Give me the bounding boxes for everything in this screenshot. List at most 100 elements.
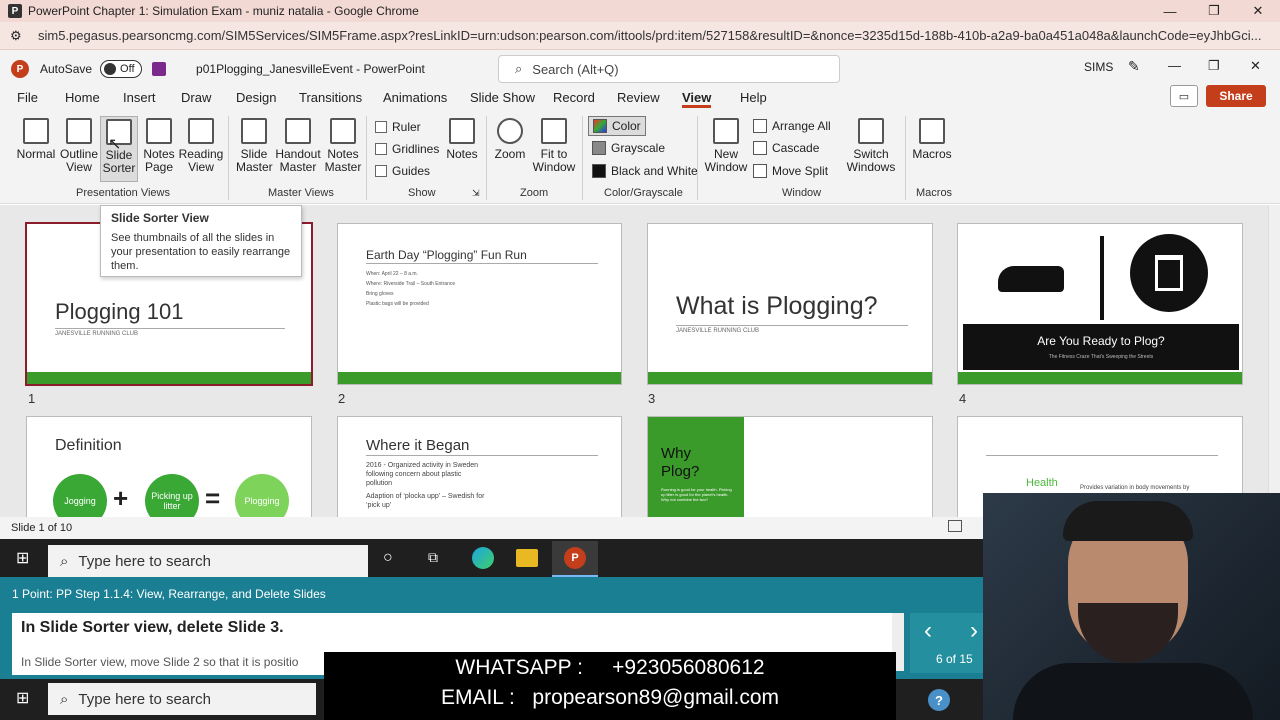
vertical-scrollbar[interactable] [1268, 205, 1280, 517]
tab-home[interactable]: Home [65, 90, 100, 105]
zoom-label: Zoom [494, 147, 526, 161]
help-icon[interactable]: ? [928, 689, 950, 711]
windows-start-icon[interactable]: ⊞ [16, 548, 29, 568]
grayscale-button[interactable]: Grayscale [592, 141, 665, 155]
taskbar-search[interactable]: ⌕ Type here to search [48, 545, 368, 577]
notes-page-button[interactable]: Notes Page [141, 118, 177, 174]
slide-line: Bring gloves [366, 291, 394, 297]
separator [486, 116, 487, 200]
mouse-cursor-icon: ↖ [108, 136, 122, 153]
cascade-label: Cascade [772, 141, 820, 155]
ppt-restore-button[interactable]: ❐ [1208, 58, 1220, 74]
notes-view-icon[interactable] [948, 520, 962, 532]
autosave-toggle[interactable]: Off [100, 60, 143, 78]
notes-page-icon [146, 118, 172, 144]
slide-thumbnail-2[interactable]: Earth Day “Plogging” Fun Run When: April… [337, 223, 622, 385]
task-view-icon[interactable]: ⧉ [428, 549, 438, 566]
slide-footer-bar [648, 372, 932, 384]
slide-thumbnail-7[interactable]: Why Plog? Running is good for your healt… [647, 416, 933, 517]
color-button[interactable]: Color [588, 116, 646, 136]
checkbox-icon [375, 121, 387, 133]
close-button[interactable]: ✕ [1238, 0, 1278, 22]
handout-master-button[interactable]: Handout Master [275, 118, 321, 174]
tab-slide-show[interactable]: Slide Show [470, 90, 535, 105]
tab-review[interactable]: Review [617, 90, 660, 105]
circle-plogging: Plogging [235, 474, 289, 517]
cortana-icon[interactable]: ○ [383, 549, 393, 567]
search-placeholder: Search (Alt+Q) [532, 61, 619, 77]
address-bar[interactable]: ⚙ sim5.pegasus.pearsoncmg.com/SIM5Servic… [0, 22, 1280, 50]
file-explorer-icon[interactable] [516, 549, 538, 567]
windows-start-icon[interactable]: ⊞ [16, 688, 29, 708]
notes-button[interactable]: Notes [444, 118, 480, 161]
black-white-button[interactable]: Black and White [592, 164, 698, 178]
share-button[interactable]: Share [1206, 85, 1266, 107]
tab-animations[interactable]: Animations [383, 90, 447, 105]
browser-titlebar: P PowerPoint Chapter 1: Simulation Exam … [0, 0, 1280, 22]
comments-icon[interactable]: ▭ [1170, 85, 1198, 107]
save-icon[interactable] [152, 62, 167, 76]
tab-draw[interactable]: Draw [181, 90, 211, 105]
fit-to-window-button[interactable]: Fit to Window [532, 118, 576, 174]
switch-windows-button[interactable]: Switch Windows [842, 118, 900, 174]
share-label: Share [1219, 89, 1253, 103]
taskbar-search-2[interactable]: ⌕ Type here to search [48, 683, 316, 715]
slide-master-button[interactable]: Slide Master [236, 118, 273, 174]
outline-view-button[interactable]: Outline View [59, 118, 99, 174]
tab-design[interactable]: Design [236, 90, 276, 105]
tab-record[interactable]: Record [553, 90, 595, 105]
edge-icon[interactable] [472, 547, 494, 569]
divider [1100, 236, 1104, 320]
separator [582, 116, 583, 200]
arrange-all-button[interactable]: Arrange All [753, 119, 831, 133]
slide-thumbnail-5[interactable]: Definition Jogging + Picking up litter =… [26, 416, 312, 517]
move-split-button[interactable]: Move Split [753, 164, 828, 178]
slide-thumbnail-3[interactable]: What is Plogging? JANESVILLE RUNNING CLU… [647, 223, 933, 385]
tab-help[interactable]: Help [740, 90, 767, 105]
previous-icon[interactable]: ‹ [924, 617, 932, 645]
notes-master-button[interactable]: Notes Master [324, 118, 362, 174]
gridlines-label: Gridlines [392, 142, 440, 156]
new-window-button[interactable]: New Window [704, 118, 748, 174]
reading-view-button[interactable]: Reading View [178, 118, 224, 174]
tooltip-title: Slide Sorter View [111, 211, 209, 225]
search-box[interactable]: ⌕ Search (Alt+Q) [498, 55, 840, 83]
ruler-label: Ruler [392, 120, 421, 134]
tab-view[interactable]: View [682, 90, 712, 108]
slide-body: Provides variation in body movements by [1080, 485, 1190, 491]
slide-footer-bar [958, 372, 1242, 384]
notes-page-label: Notes Page [143, 147, 175, 174]
tab-transitions[interactable]: Transitions [299, 90, 362, 105]
taskbar-search-placeholder: Type here to search [78, 690, 211, 708]
slide-subtitle: JANESVILLE RUNNING CLUB [55, 331, 139, 337]
minimize-button[interactable]: — [1150, 0, 1190, 22]
slide-line: When: April 22 – 8 a.m. [366, 271, 418, 277]
site-settings-icon[interactable]: ⚙ [10, 28, 30, 44]
outline-view-icon [66, 118, 92, 144]
color-icon [593, 119, 607, 133]
pen-icon[interactable]: ✎ [1128, 58, 1140, 75]
dialog-launcher-icon[interactable]: ⇲ [472, 188, 480, 199]
powerpoint-taskbar-button[interactable]: P [552, 541, 598, 577]
slide-thumbnail-4[interactable]: Are You Ready to Plog? The Fitness Craze… [957, 223, 1243, 385]
ruler-checkbox[interactable]: Ruler [375, 120, 421, 134]
normal-view-button[interactable]: Normal [16, 118, 56, 161]
zoom-button[interactable]: Zoom [492, 118, 528, 161]
user-name[interactable]: SIMS [1084, 60, 1113, 74]
notes-master-label: Notes Master [324, 147, 362, 174]
divider [55, 328, 285, 329]
ppt-minimize-button[interactable]: — [1168, 58, 1181, 73]
tab-file[interactable]: File [17, 90, 38, 105]
restore-button[interactable]: ❐ [1194, 0, 1234, 22]
tab-insert[interactable]: Insert [123, 90, 156, 105]
slide-master-label: Slide Master [236, 147, 273, 174]
guides-checkbox[interactable]: Guides [375, 164, 430, 178]
autosave-state: Off [120, 63, 135, 75]
macros-button[interactable]: Macros [912, 118, 952, 161]
notes-master-icon [330, 118, 356, 144]
gridlines-checkbox[interactable]: Gridlines [375, 142, 439, 156]
slide-thumbnail-6[interactable]: Where it Began 2016 - Organized activity… [337, 416, 622, 517]
next-icon[interactable]: › [970, 617, 978, 645]
ppt-close-button[interactable]: ✕ [1250, 58, 1261, 74]
cascade-button[interactable]: Cascade [753, 141, 819, 155]
